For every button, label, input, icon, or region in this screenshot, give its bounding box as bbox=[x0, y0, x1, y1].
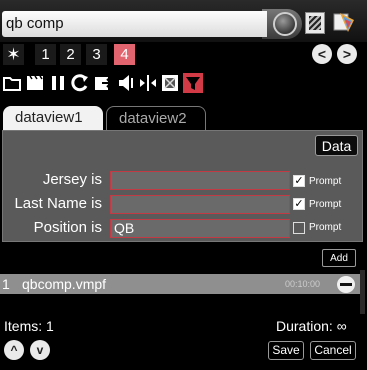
last-name-field[interactable] bbox=[110, 195, 290, 214]
speaker-icon[interactable] bbox=[116, 73, 136, 93]
chevron-up-icon[interactable]: ^ bbox=[4, 340, 24, 360]
list-item-name: qbcomp.vmpf bbox=[22, 276, 107, 292]
save-button[interactable]: Save bbox=[268, 341, 304, 360]
position-prompt-checkbox[interactable] bbox=[293, 222, 305, 234]
clapper-icon[interactable] bbox=[25, 73, 45, 93]
last-name-prompt-checkbox[interactable]: ✓ bbox=[293, 198, 305, 210]
position-field[interactable]: QB bbox=[110, 219, 290, 238]
list-item[interactable]: 1 qbcomp.vmpf 00:10:00 bbox=[0, 274, 360, 294]
chevron-down-icon[interactable]: v bbox=[30, 340, 50, 360]
jersey-field[interactable] bbox=[110, 171, 290, 190]
color-palette-icon[interactable] bbox=[332, 10, 356, 34]
position-label: Position is bbox=[33, 219, 102, 236]
title-field[interactable]: qb comp bbox=[2, 11, 267, 37]
chevron-right-icon[interactable]: > bbox=[337, 44, 357, 64]
cancel-button[interactable]: Cancel bbox=[310, 341, 356, 360]
folder-icon[interactable] bbox=[2, 73, 22, 93]
tab-number-2[interactable]: 2 bbox=[60, 44, 81, 65]
jersey-prompt-checkbox[interactable]: ✓ bbox=[293, 175, 305, 187]
items-count: Items: 1 bbox=[4, 318, 54, 334]
sparkle-icon[interactable]: ✶ bbox=[3, 44, 24, 65]
tab-number-4[interactable]: 4 bbox=[114, 44, 135, 65]
data-button[interactable]: Data bbox=[315, 135, 358, 156]
filter-icon[interactable] bbox=[183, 73, 203, 93]
split-icon[interactable] bbox=[138, 73, 158, 93]
tab-number-3[interactable]: 3 bbox=[86, 44, 107, 65]
duration-total: Duration: ∞ bbox=[276, 318, 347, 334]
position-prompt-label: Prompt bbox=[309, 222, 342, 233]
export-icon[interactable] bbox=[93, 73, 113, 93]
last-name-label: Last Name is bbox=[14, 195, 102, 212]
tab-dataview1[interactable]: dataview1 bbox=[3, 106, 103, 130]
film-icon[interactable] bbox=[160, 73, 180, 93]
scrollbar[interactable] bbox=[360, 270, 365, 320]
pause-icon[interactable] bbox=[48, 73, 68, 93]
remove-icon[interactable] bbox=[337, 276, 355, 293]
jersey-label: Jersey is bbox=[42, 171, 102, 188]
list-item-index: 1 bbox=[2, 276, 10, 292]
tab-dataview2[interactable]: dataview2 bbox=[106, 106, 206, 130]
record-button[interactable] bbox=[273, 12, 297, 36]
last-name-prompt-label: Prompt bbox=[309, 199, 342, 210]
chevron-left-icon[interactable]: < bbox=[312, 44, 332, 64]
refresh-icon[interactable] bbox=[70, 73, 90, 93]
clapperboard-icon[interactable] bbox=[305, 12, 325, 34]
list-item-duration: 00:10:00 bbox=[285, 279, 321, 289]
add-button[interactable]: Add bbox=[322, 249, 356, 267]
tab-number-1[interactable]: 1 bbox=[35, 44, 56, 65]
jersey-prompt-label: Prompt bbox=[309, 176, 342, 187]
